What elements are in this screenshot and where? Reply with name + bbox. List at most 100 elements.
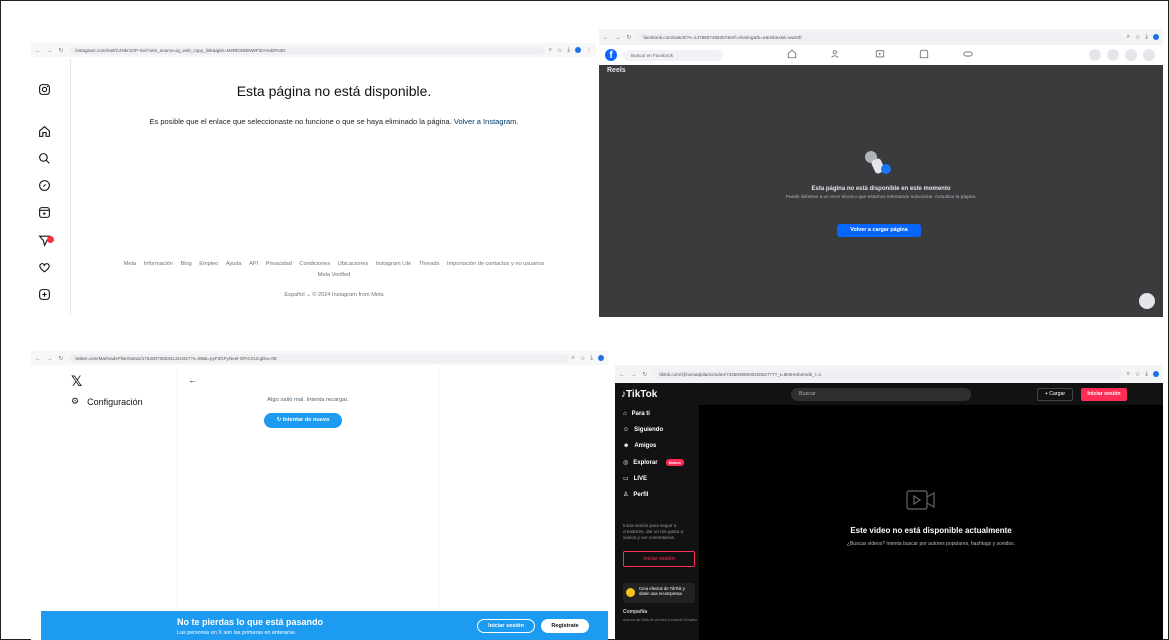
sidebar-item-para-ti[interactable]: ⌂ Para ti	[623, 411, 650, 417]
download-icon[interactable]: ⤓	[567, 47, 570, 54]
register-button[interactable]: Regístrate	[541, 619, 589, 633]
footer-language: Español ⌄ © 2024 Instagram from Meta	[72, 292, 596, 298]
facebook-error-message: Esta página no está disponible en este m…	[599, 185, 1163, 201]
tiktok-header: ♪TikTok Buscar + Cargar Iniciar sesión	[615, 383, 1163, 405]
messenger-icon[interactable]	[1107, 49, 1119, 61]
search-icon[interactable]: ⌕	[549, 47, 552, 54]
browser-nav-icons[interactable]: ← → ↻	[35, 355, 65, 362]
x-error-text: Algo salió mal. Intenta recargar.	[267, 397, 349, 403]
watch-icon[interactable]	[875, 49, 885, 59]
download-icon[interactable]: ⤓	[590, 355, 593, 362]
download-icon[interactable]: ⤓	[1145, 371, 1148, 378]
facebook-search-input[interactable]: Buscar en Facebook	[623, 49, 723, 61]
home-icon[interactable]	[38, 125, 51, 138]
error-heading: Esta página no está disponible en este m…	[811, 186, 951, 192]
star-icon[interactable]: ☆	[1135, 34, 1140, 41]
login-button[interactable]: Iniciar sesión	[1081, 388, 1127, 401]
tiktok-logo[interactable]: ♪TikTok	[621, 389, 657, 400]
home-icon[interactable]	[787, 49, 797, 59]
profile-icon[interactable]	[1153, 371, 1159, 377]
gaming-icon[interactable]	[963, 49, 973, 59]
profile-icon[interactable]	[575, 47, 581, 53]
company-links[interactable]: Acerca de Sala de prensa Contacto Empleo	[623, 618, 699, 623]
upload-button[interactable]: + Cargar	[1037, 388, 1073, 401]
footer-link[interactable]: Ayuda	[226, 261, 242, 267]
footer-link[interactable]: Privacidad	[266, 261, 292, 267]
language-select[interactable]: Español	[284, 292, 304, 298]
sidebar-item-label: Siguiendo	[634, 427, 664, 433]
heart-icon[interactable]	[38, 261, 51, 274]
facebook-logo-icon[interactable]: f	[605, 49, 617, 61]
screenshot-frame: ← → ↻ instagram.com/reel/C4Nkr1OP-Xw/?ut…	[0, 0, 1169, 640]
tiktok-url[interactable]: tiktok.com/@nomadpilarto/video/734584965…	[653, 369, 1123, 379]
notifications-icon[interactable]	[1125, 49, 1137, 61]
footer-link[interactable]: Empleo	[199, 261, 218, 267]
x-url[interactable]: twitter.com/MarinadePilar/status/1764007…	[69, 353, 568, 363]
search-icon[interactable]: ⌕	[1127, 34, 1130, 41]
notification-badge	[47, 236, 54, 243]
sidebar-item-siguiendo[interactable]: ☺ Siguiendo	[623, 427, 663, 433]
instagram-logo-icon[interactable]	[38, 83, 51, 96]
search-icon[interactable]: ⌕	[572, 355, 575, 362]
home-icon: ⌂	[623, 411, 627, 417]
x-main-column: ← Algo salió mal. Intenta recargar. ↻ In…	[177, 367, 439, 640]
sidebar-item-live[interactable]: ▭ LIVE	[623, 475, 647, 483]
footer-link[interactable]: Condiciones	[299, 261, 330, 267]
browser-nav-icons[interactable]: ← → ↻	[619, 371, 649, 378]
footer-link[interactable]: Meta	[124, 261, 136, 267]
profile-icon[interactable]	[1153, 34, 1159, 40]
sidebar-login-button[interactable]: Iniciar sesión	[623, 551, 695, 567]
facebook-window: ← → ↻ facebook.com/watch/?v=147865746930…	[599, 29, 1163, 317]
marketplace-icon[interactable]	[919, 49, 929, 59]
retry-button[interactable]: ↻ Intentar de nuevo	[264, 413, 342, 428]
compose-icon[interactable]	[1139, 293, 1155, 309]
download-icon[interactable]: ⤓	[1145, 34, 1148, 41]
profile-icon[interactable]	[598, 355, 604, 361]
footer-link[interactable]: Threads	[419, 261, 440, 267]
footer-link-meta-verified[interactable]: Meta Verified	[318, 272, 351, 278]
menu-grid-icon[interactable]	[1089, 49, 1101, 61]
star-icon[interactable]: ☆	[580, 355, 585, 362]
browser-nav-icons[interactable]: ← → ↻	[35, 47, 65, 54]
back-to-instagram-link[interactable]: Volver a Instagram.	[454, 117, 519, 126]
search-icon[interactable]	[38, 152, 51, 165]
reels-icon[interactable]	[38, 206, 51, 219]
tiktok-window: ← → ↻ tiktok.com/@nomadpilarto/video/734…	[615, 365, 1163, 640]
search-icon[interactable]: ⌕	[1127, 371, 1130, 378]
banner-subtitle: Las personas en X son las primeras en en…	[177, 630, 297, 636]
sidebar-item-perfil[interactable]: ♙ Perfil	[623, 491, 648, 499]
avatar[interactable]	[1143, 49, 1155, 61]
x-browser-bar: ← → ↻ twitter.com/MarinadePilar/status/1…	[31, 351, 608, 365]
footer-link[interactable]: Ubicaciones	[338, 261, 368, 267]
settings-link[interactable]: ⚙ Configuración	[71, 396, 143, 407]
back-arrow-icon[interactable]: ←	[188, 375, 197, 385]
star-icon[interactable]: ☆	[557, 47, 562, 54]
friends-icon[interactable]	[831, 49, 841, 59]
x-signup-banner: No te pierdas lo que está pasando Las pe…	[41, 611, 608, 640]
footer-link[interactable]: API	[249, 261, 258, 267]
reload-page-button[interactable]: Volver a cargar página	[837, 224, 921, 237]
sidebar-item-amigos[interactable]: ☻ Amigos	[623, 443, 656, 449]
sidebar-item-explorar[interactable]: ◎ Explorar Nuevo	[623, 459, 684, 466]
instagram-footer: Meta Información Blog Empleo Ayuda API P…	[102, 259, 566, 281]
tiktok-search-input[interactable]: Buscar	[791, 388, 971, 401]
create-icon[interactable]	[38, 288, 51, 301]
sidebar-item-label: Para ti	[631, 411, 650, 417]
footer-link[interactable]: Información	[144, 261, 173, 267]
footer-link[interactable]: Blog	[181, 261, 192, 267]
footer-link[interactable]: Importación de contactos y no usuarios	[447, 261, 544, 267]
company-heading: Compañía	[623, 609, 648, 615]
effects-promo[interactable]: Crea efectos de TikTok y obtén una recom…	[623, 583, 695, 603]
browser-nav-icons[interactable]: ← → ↻	[603, 34, 633, 41]
login-button[interactable]: Iniciar sesión	[477, 619, 535, 633]
footer-link[interactable]: Instagram Lite	[376, 261, 411, 267]
facebook-url[interactable]: facebook.com/watch/?v=1478657469307&ref=…	[637, 32, 1123, 42]
menu-icon[interactable]: ⋮	[586, 47, 592, 54]
banner-title: No te pierdas lo que está pasando	[177, 617, 324, 627]
star-icon[interactable]: ☆	[1135, 371, 1140, 378]
browser-tools: ⌕ ☆ ⤓ ⋮	[549, 47, 592, 54]
instagram-url[interactable]: instagram.com/reel/C4Nkr1OP-Xw/?utm_sour…	[69, 45, 545, 55]
x-logo-icon[interactable]: 𝕏	[71, 373, 82, 390]
explore-icon[interactable]	[38, 179, 51, 192]
new-badge: Nuevo	[665, 459, 684, 466]
